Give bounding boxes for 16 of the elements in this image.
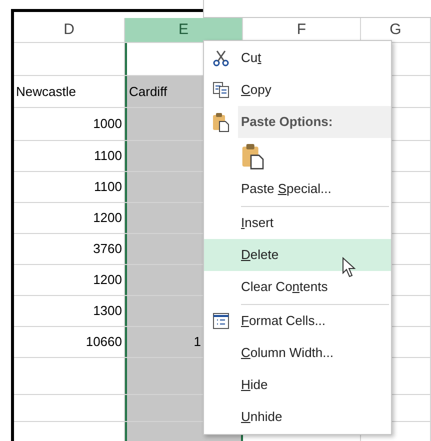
menu-item[interactable]: Delete — [204, 239, 391, 271]
column-header[interactable]: E — [125, 18, 243, 42]
mouse-pointer-icon — [342, 257, 357, 278]
menu-section-header: Paste Options: — [238, 106, 391, 138]
menu-item[interactable]: Cut — [204, 42, 391, 74]
menu-item[interactable]: Paste Special... — [204, 173, 391, 205]
menu-item[interactable]: Hide — [204, 369, 391, 401]
menu-item[interactable]: Unhide — [204, 401, 391, 433]
menu-item[interactable]: Insert — [204, 207, 391, 239]
clipboard-icon — [212, 112, 230, 132]
format-cells-icon — [212, 312, 230, 330]
scissors-icon — [212, 49, 230, 67]
paste-option-button[interactable] — [241, 142, 265, 170]
clipboard-icon — [241, 142, 265, 170]
copy-icon — [212, 81, 230, 99]
menu-item[interactable]: Clear Contents — [204, 271, 391, 303]
